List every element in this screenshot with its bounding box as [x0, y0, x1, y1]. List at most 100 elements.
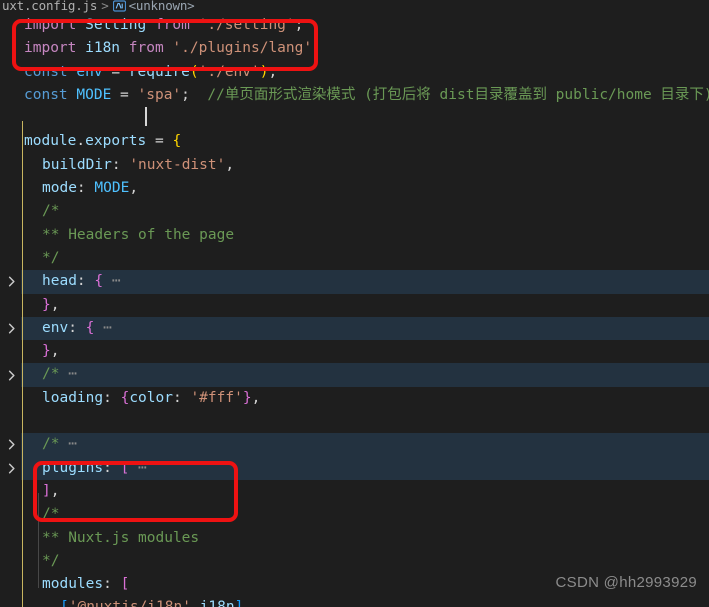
- breadcrumb-file[interactable]: uxt.config.js: [2, 0, 97, 13]
- code-line[interactable]: },: [0, 294, 709, 317]
- code-token: ⋯: [59, 436, 77, 453]
- code-line[interactable]: plugins: [ ⋯: [0, 456, 709, 480]
- code-line[interactable]: mode: MODE,: [0, 177, 709, 200]
- code-lines-container[interactable]: import Setting from './setting'; import i…: [0, 14, 709, 607]
- code-token: ]: [42, 482, 51, 499]
- code-token: ⋯: [94, 319, 112, 336]
- code-line[interactable]: /*: [0, 503, 709, 526]
- text-caret: [145, 107, 147, 126]
- code-token: =: [102, 63, 129, 80]
- code-line-content: const MODE = 'spa'; //单页面形式渲染模式 (打包后将 di…: [24, 87, 709, 103]
- code-token: './setting': [198, 17, 295, 33]
- indent-guide: [38, 493, 39, 588]
- code-line[interactable]: loading: {color: '#fff'},: [0, 387, 709, 410]
- code-line[interactable]: ** Nuxt.js modules: [0, 527, 709, 550]
- code-token: :: [76, 180, 95, 197]
- code-token: './plugins/lang': [172, 40, 313, 57]
- code-token: }: [42, 296, 51, 313]
- code-line[interactable]: import i18n from './plugins/lang': [0, 37, 709, 60]
- code-line[interactable]: ** Headers of the page: [0, 224, 709, 247]
- code-line-content: },: [24, 297, 59, 313]
- code-token: exports: [85, 133, 147, 150]
- code-token: require: [128, 63, 190, 80]
- symbol-namespace-icon: [112, 0, 126, 12]
- code-token: plugins: [42, 459, 104, 476]
- code-token: :: [103, 389, 121, 406]
- code-line[interactable]: [0, 410, 709, 433]
- code-token: ;: [181, 86, 208, 103]
- breadcrumb-symbol[interactable]: <unknown>: [129, 0, 195, 13]
- code-token: MODE: [94, 180, 130, 197]
- code-token: }: [242, 389, 252, 406]
- code-token: {: [120, 389, 130, 406]
- code-line[interactable]: env: { ⋯: [0, 316, 709, 341]
- code-token: ,: [50, 343, 60, 360]
- code-token: ,: [50, 482, 60, 499]
- watermark: CSDN @hh2993929: [555, 574, 697, 591]
- code-editor[interactable]: import Setting from './setting'; import i…: [0, 0, 709, 607]
- code-line[interactable]: */: [0, 550, 709, 573]
- code-line-content: head: { ⋯: [24, 273, 121, 289]
- code-line[interactable]: ['@nuxtjs/i18n',i18n],: [0, 596, 709, 607]
- code-token: 'nuxt-dist': [129, 156, 226, 173]
- code-token: import: [24, 40, 86, 57]
- code-token: ⋯: [103, 273, 121, 290]
- code-token: :: [103, 576, 121, 593]
- code-line-content: module.exports = {: [24, 133, 181, 149]
- code-line-content: ** Headers of the page: [24, 227, 234, 243]
- code-token: MODE: [76, 86, 112, 103]
- code-token: ;: [268, 63, 278, 80]
- code-token: env: [42, 319, 69, 336]
- code-token: /*: [42, 203, 60, 220]
- code-line[interactable]: */: [0, 247, 709, 270]
- code-token: /*: [42, 506, 60, 523]
- code-line[interactable]: [0, 107, 709, 130]
- code-line[interactable]: const env = require('./env');: [0, 61, 709, 84]
- code-line[interactable]: buildDir: 'nuxt-dist',: [0, 154, 709, 177]
- code-token: const: [24, 86, 68, 103]
- code-line[interactable]: ],: [0, 480, 709, 503]
- code-token: .: [76, 133, 86, 150]
- code-line-content: mode: MODE,: [24, 180, 138, 196]
- code-token: ** Nuxt.js modules: [42, 529, 200, 546]
- code-line-content: modules: [: [24, 576, 129, 592]
- code-token: :: [76, 273, 95, 290]
- code-token: ,: [243, 599, 252, 607]
- code-line[interactable]: module.exports = {: [0, 130, 709, 153]
- code-line[interactable]: import Setting from './setting';: [0, 14, 709, 37]
- code-line[interactable]: /* ⋯: [0, 363, 709, 387]
- code-token: =: [111, 86, 138, 103]
- code-token: [: [120, 459, 130, 476]
- code-token: head: [42, 273, 77, 290]
- code-token: ⋯: [59, 366, 77, 383]
- code-line[interactable]: /*: [0, 200, 709, 223]
- code-token: '@nuxtjs/i18n': [69, 599, 191, 607]
- breadcrumb[interactable]: uxt.config.js > <unknown>: [0, 0, 709, 15]
- code-token: 'spa': [137, 86, 182, 103]
- code-line-content: ** Nuxt.js modules: [24, 530, 199, 546]
- chevron-right-icon[interactable]: [4, 274, 19, 289]
- code-token: mode: [42, 180, 77, 197]
- code-token: ,: [129, 180, 139, 197]
- code-line-content: env: { ⋯: [24, 320, 112, 336]
- code-line-content: import i18n from './plugins/lang': [24, 40, 312, 56]
- chevron-right-icon[interactable]: [4, 321, 19, 336]
- code-line[interactable]: head: { ⋯: [0, 270, 709, 294]
- code-token: Setting: [85, 17, 147, 33]
- chevron-right-icon[interactable]: [4, 437, 19, 452]
- code-token: */: [42, 249, 60, 266]
- code-token: }: [42, 343, 51, 360]
- chevron-right-icon[interactable]: [4, 461, 19, 476]
- code-line-content: plugins: [ ⋯: [24, 460, 147, 476]
- code-line-content: },: [24, 343, 59, 359]
- code-token: /*: [42, 366, 60, 383]
- code-token: :: [103, 459, 121, 476]
- code-token: (: [189, 63, 199, 80]
- code-line-content: buildDir: 'nuxt-dist',: [24, 157, 234, 173]
- code-line-content: /*: [24, 203, 59, 219]
- chevron-right-icon[interactable]: [4, 368, 19, 383]
- code-token: ,: [225, 156, 235, 173]
- code-line[interactable]: const MODE = 'spa'; //单页面形式渲染模式 (打包后将 di…: [0, 84, 709, 107]
- code-line[interactable]: /* ⋯: [0, 433, 709, 457]
- code-line[interactable]: },: [0, 340, 709, 363]
